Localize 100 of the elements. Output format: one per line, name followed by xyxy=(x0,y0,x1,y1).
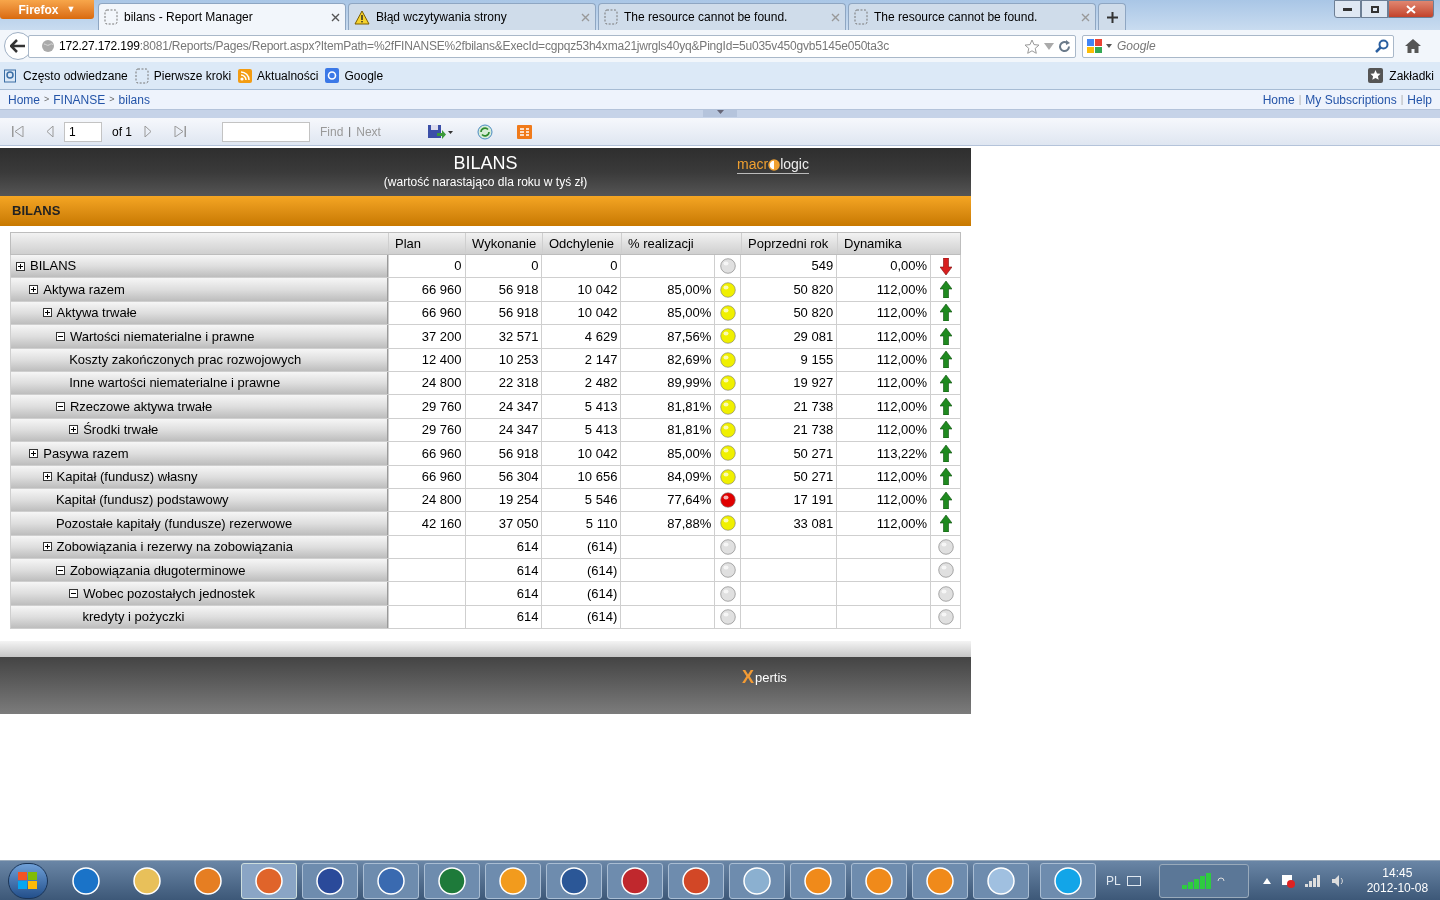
search-icon[interactable] xyxy=(1375,39,1389,53)
app-icon xyxy=(498,865,528,896)
expand-icon[interactable] xyxy=(42,542,52,552)
table-cell-text: 29 760 xyxy=(421,421,462,440)
table-cell-text: 24 800 xyxy=(421,491,462,510)
status-light-icon xyxy=(719,398,736,415)
collapse-icon[interactable] xyxy=(55,331,65,341)
table-cell-text: 112,00% xyxy=(876,304,928,323)
taskbar-app-button[interactable] xyxy=(485,862,541,899)
page-icon xyxy=(604,9,618,25)
find-field[interactable] xyxy=(222,121,310,142)
collapse-handle[interactable] xyxy=(703,110,737,117)
taskbar-app-button[interactable] xyxy=(973,862,1029,899)
taskbar-app-button[interactable] xyxy=(546,862,602,899)
collapse-icon[interactable] xyxy=(55,402,65,412)
bookmark-item[interactable]: Często odwiedzane xyxy=(4,66,128,85)
taskbar-app-button[interactable] xyxy=(363,862,419,899)
maximize-button[interactable] xyxy=(1361,0,1388,18)
breadcrumb-link[interactable]: Home xyxy=(8,90,40,109)
address-bar[interactable]: 172.27.172.199:8081/Reports/Pages/Report.aspx?ItemPath=%2fFINANSE%2fbilans&ExecId=cgpqz53h4xma21jwrgls40yq&PingId=5u035v450gvb5145e050ta3c xyxy=(28,34,1076,58)
table-cell-text: 0 xyxy=(531,257,539,276)
search-input[interactable]: Google xyxy=(1117,37,1371,55)
app-icon xyxy=(742,865,772,896)
breadcrumb-link[interactable]: bilans xyxy=(118,90,150,109)
collapse-icon[interactable] xyxy=(55,565,65,575)
app-icon xyxy=(1053,865,1083,896)
expand-icon[interactable] xyxy=(69,425,79,435)
table-cell-text: 29 760 xyxy=(421,397,462,416)
logo-text: pertis xyxy=(755,668,787,687)
tray-arrow-icon[interactable] xyxy=(1262,877,1271,884)
bookmarks-menu-button[interactable]: Zakładki xyxy=(1368,66,1434,85)
star-icon[interactable] xyxy=(1024,38,1040,54)
home-icon[interactable] xyxy=(1404,38,1422,54)
status-light-icon xyxy=(719,351,736,368)
taskbar-app-button[interactable] xyxy=(668,862,724,899)
header-link[interactable]: Home xyxy=(1262,90,1295,109)
table-cell-text: 112,00% xyxy=(876,514,928,533)
first-page-icon[interactable] xyxy=(12,126,24,137)
google-engine-icon[interactable] xyxy=(1087,38,1113,54)
status-light-icon xyxy=(719,562,736,579)
expand-icon[interactable] xyxy=(16,261,25,271)
table-cell-text: 50 820 xyxy=(793,280,834,299)
page-field[interactable]: 1 xyxy=(64,121,102,142)
table-cell-text: 17 191 xyxy=(793,491,834,510)
expand-icon[interactable] xyxy=(42,472,52,482)
separator: | xyxy=(1298,93,1302,107)
row-label: Pozostałe kapitały (fundusze) rezerwowe xyxy=(55,514,293,533)
taskbar-app-button[interactable] xyxy=(729,862,785,899)
taskbar-app-button[interactable] xyxy=(607,862,663,899)
last-page-icon[interactable] xyxy=(174,126,186,137)
clock-time[interactable]: 14:45 xyxy=(1382,865,1413,881)
document-map-icon[interactable] xyxy=(516,124,532,139)
browser-tab[interactable]: The resource cannot be found. xyxy=(598,3,846,30)
language-indicator[interactable]: PL xyxy=(1106,871,1121,890)
header-link[interactable]: My Subscriptions xyxy=(1305,90,1397,109)
table-cell-text: 614 xyxy=(516,561,539,580)
taskbar-app-button[interactable] xyxy=(912,862,968,899)
flag-icon[interactable] xyxy=(1280,873,1295,888)
taskbar-app-button[interactable] xyxy=(851,862,907,899)
save-icon[interactable] xyxy=(426,123,453,140)
browser-tab[interactable]: The resource cannot be found. xyxy=(848,3,1096,30)
close-window-button[interactable] xyxy=(1388,0,1434,18)
taskbar-app-button[interactable] xyxy=(1040,862,1096,899)
signal-icon[interactable] xyxy=(1304,874,1321,887)
taskbar-app-button[interactable] xyxy=(424,862,480,899)
search-field[interactable]: Google xyxy=(1082,34,1394,58)
table-cell-text: 4 629 xyxy=(584,327,618,346)
reload-icon[interactable] xyxy=(1058,39,1071,53)
g-icon xyxy=(325,68,340,83)
bookmark-item[interactable]: Aktualności xyxy=(238,66,319,85)
collapse-icon[interactable] xyxy=(69,589,79,599)
table-cell-text: 42 160 xyxy=(421,514,462,533)
app-icon xyxy=(925,865,955,896)
minimize-button[interactable] xyxy=(1334,0,1361,18)
bookmark-item[interactable]: Google xyxy=(325,66,384,85)
new-tab-button[interactable] xyxy=(1098,3,1126,30)
keyboard-icon[interactable] xyxy=(1126,875,1141,886)
half-circle-icon xyxy=(768,158,781,171)
column-header: Odchylenie xyxy=(549,234,615,253)
expand-icon[interactable] xyxy=(29,285,39,295)
taskbar-app-button[interactable] xyxy=(302,862,358,899)
table-cell-text: 112,00% xyxy=(876,421,927,440)
row-label: Zobowiązania i rezerwy na zobowiązania xyxy=(56,538,293,557)
bookmark-item[interactable]: Pierwsze kroki xyxy=(134,66,232,85)
clock-date[interactable]: 2012-10-08 xyxy=(1366,880,1429,896)
status-light-icon xyxy=(719,375,736,392)
refresh-icon[interactable] xyxy=(476,123,493,140)
breadcrumb-link[interactable]: FINANSE xyxy=(53,90,106,109)
expand-icon[interactable] xyxy=(42,308,52,318)
taskbar-app-button[interactable] xyxy=(790,862,846,899)
expand-icon[interactable] xyxy=(29,448,39,458)
browser-tab[interactable]: bilans - Report Manager xyxy=(98,3,346,30)
browser-tab[interactable]: Błąd wczytywania strony xyxy=(348,3,596,30)
close-icon[interactable] xyxy=(331,12,340,22)
taskbar-app-button[interactable] xyxy=(241,862,297,899)
start-button[interactable] xyxy=(8,862,48,899)
status-light-icon xyxy=(719,609,736,626)
app-icon xyxy=(315,865,345,896)
header-link[interactable]: Help xyxy=(1407,90,1432,109)
table-cell-text: 66 960 xyxy=(421,304,462,323)
